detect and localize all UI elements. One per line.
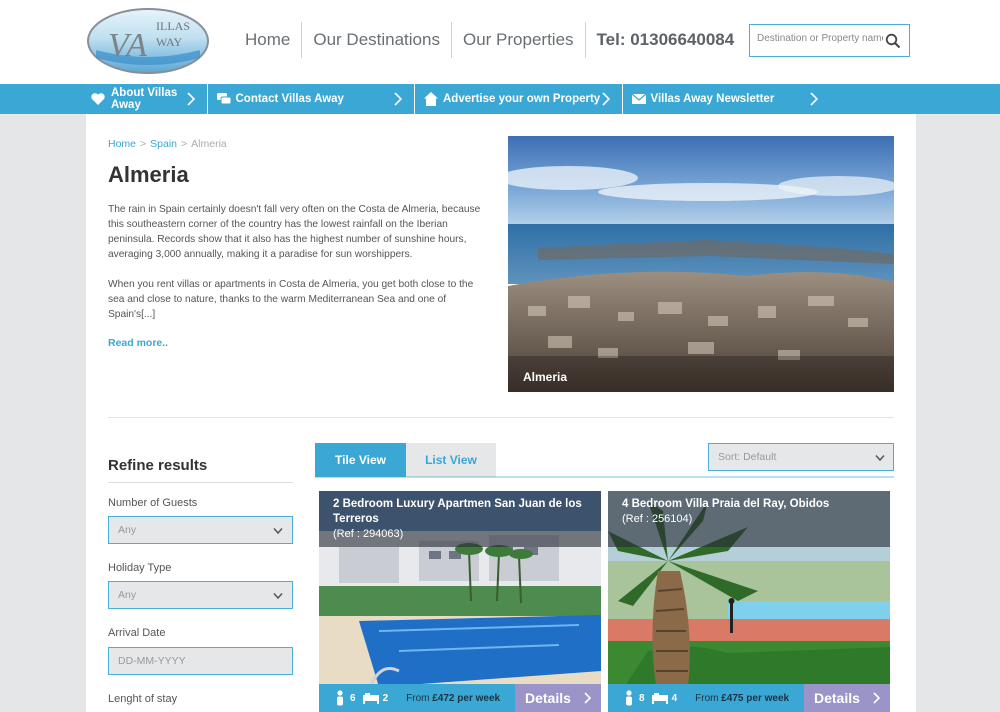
breadcrumb: Home > Spain > Almeria [108,138,227,150]
chevron-right-icon [584,692,591,704]
tab-underline [315,476,894,478]
search-input[interactable] [757,33,883,44]
refine-title: Refine results [108,457,208,474]
info-bar: About Villas Away Contact Villas Away Ad… [0,84,1000,114]
chevron-down-icon [273,593,283,600]
svg-text:WAY: WAY [156,35,183,49]
details-label: Details [525,690,571,706]
chevron-down-icon [273,528,283,535]
contact-link[interactable]: Contact Villas Away [208,84,415,114]
chevron-right-icon [394,92,402,106]
advertise-label: Advertise your own Property [443,93,601,105]
property-title[interactable]: 2 Bedroom Luxury Apartmen San Juan de lo… [333,497,587,527]
property-ref: (Ref : 256104) [622,513,693,525]
newsletter-link[interactable]: Villas Away Newsletter [623,84,831,114]
guests-label: Number of Guests [108,497,198,509]
description-paragraph: When you rent villas or apartments in Co… [108,279,474,320]
details-label: Details [814,690,860,706]
heart-icon [91,93,105,105]
price-value: £475 per week [721,692,790,704]
house-icon [424,92,438,106]
hero-caption: Almeria [523,370,568,384]
content-panel: Home > Spain > Almeria Almeria The rain in S… [86,114,916,712]
refine-divider [108,482,293,483]
card-header: 2 Bedroom Luxury Apartmen San Juan de lo… [319,491,601,547]
tab-tile-view[interactable]: Tile View [315,443,406,477]
chevron-right-icon [601,92,610,106]
svg-text:ILLAS: ILLAS [156,19,190,33]
description-paragraph: The rain in Spain certainly doesn't fall… [108,204,481,260]
card-header: 4 Bedroom Villa Praia del Ray, Obidos (R… [608,491,890,547]
newsletter-label: Villas Away Newsletter [650,93,775,105]
bedrooms-count: 4 [671,692,678,704]
page-title: Almeria [108,162,189,187]
site-logo[interactable]: VA ILLAS WAY [86,6,211,76]
holiday-type-value: Any [118,589,137,601]
nav-home[interactable]: Home [234,22,303,58]
arrival-date-field[interactable]: DD-MM-YYYY [108,647,293,675]
holiday-type-label: Holiday Type [108,562,172,574]
breadcrumb-separator: > [181,138,188,150]
price-text: From £475 per week [695,693,789,704]
breadcrumb-separator: > [140,138,147,150]
property-title[interactable]: 4 Bedroom Villa Praia del Ray, Obidos [622,497,876,512]
hero-image: Almeria [508,136,894,392]
arrival-date-label: Arrival Date [108,627,166,639]
chevron-down-icon [875,455,885,462]
section-divider [108,417,894,418]
breadcrumb-spain[interactable]: Spain [150,138,177,150]
site-header: VA ILLAS WAY Home Our Destinations Our P… [0,0,1000,84]
chevron-right-icon [810,92,818,106]
card-footer: 6 2 From £472 per week Details [319,684,601,712]
chat-icon [216,93,231,105]
details-button[interactable]: Details [804,684,890,712]
almeria-photo [508,136,894,392]
bed-icon [651,693,668,704]
destination-description: The rain in Spain certainly doesn't fall… [108,202,488,337]
person-icon [626,690,632,706]
property-card[interactable]: 2 Bedroom Luxury Apartmen San Juan de lo… [319,491,601,712]
guests-count: 8 [639,692,645,704]
guests-count: 6 [350,692,356,704]
bed-icon [362,693,379,704]
svg-text:VA: VA [108,27,147,64]
arrival-date-placeholder: DD-MM-YYYY [118,655,186,667]
property-ref: (Ref : 294063) [333,528,404,540]
main-nav: Home Our Destinations Our Properties Tel… [234,22,745,58]
chevron-right-icon [186,92,195,106]
sort-value: Sort: Default [718,451,777,463]
holiday-type-select[interactable]: Any [108,581,293,609]
guests-select[interactable]: Any [108,516,293,544]
price-value: £472 per week [432,692,501,704]
phone-number[interactable]: Tel: 01306640084 [586,22,746,58]
nav-properties[interactable]: Our Properties [452,22,586,58]
chevron-right-icon [873,692,880,704]
about-link[interactable]: About Villas Away [0,84,208,114]
card-footer: 8 4 From £475 per week Details [608,684,890,712]
read-more-link[interactable]: Read more.. [108,337,168,349]
price-text: From £472 per week [406,693,500,704]
length-of-stay-label: Lenght of stay [108,693,178,705]
property-card[interactable]: 4 Bedroom Villa Praia del Ray, Obidos (R… [608,491,890,712]
breadcrumb-home[interactable]: Home [108,138,136,150]
tab-list-view[interactable]: List View [406,443,496,477]
sort-select[interactable]: Sort: Default [708,443,894,471]
price-prefix: From [406,692,430,704]
search-icon[interactable] [885,33,901,49]
breadcrumb-current: Almeria [191,138,227,150]
contact-label: Contact Villas Away [235,93,344,105]
advertise-link[interactable]: Advertise your own Property [415,84,623,114]
nav-destinations[interactable]: Our Destinations [302,22,452,58]
envelope-icon [631,93,646,104]
person-icon [337,690,343,706]
search-box [749,24,910,57]
details-button[interactable]: Details [515,684,601,712]
price-prefix: From [695,692,719,704]
bedrooms-count: 2 [382,692,389,704]
guests-value: Any [118,524,137,536]
